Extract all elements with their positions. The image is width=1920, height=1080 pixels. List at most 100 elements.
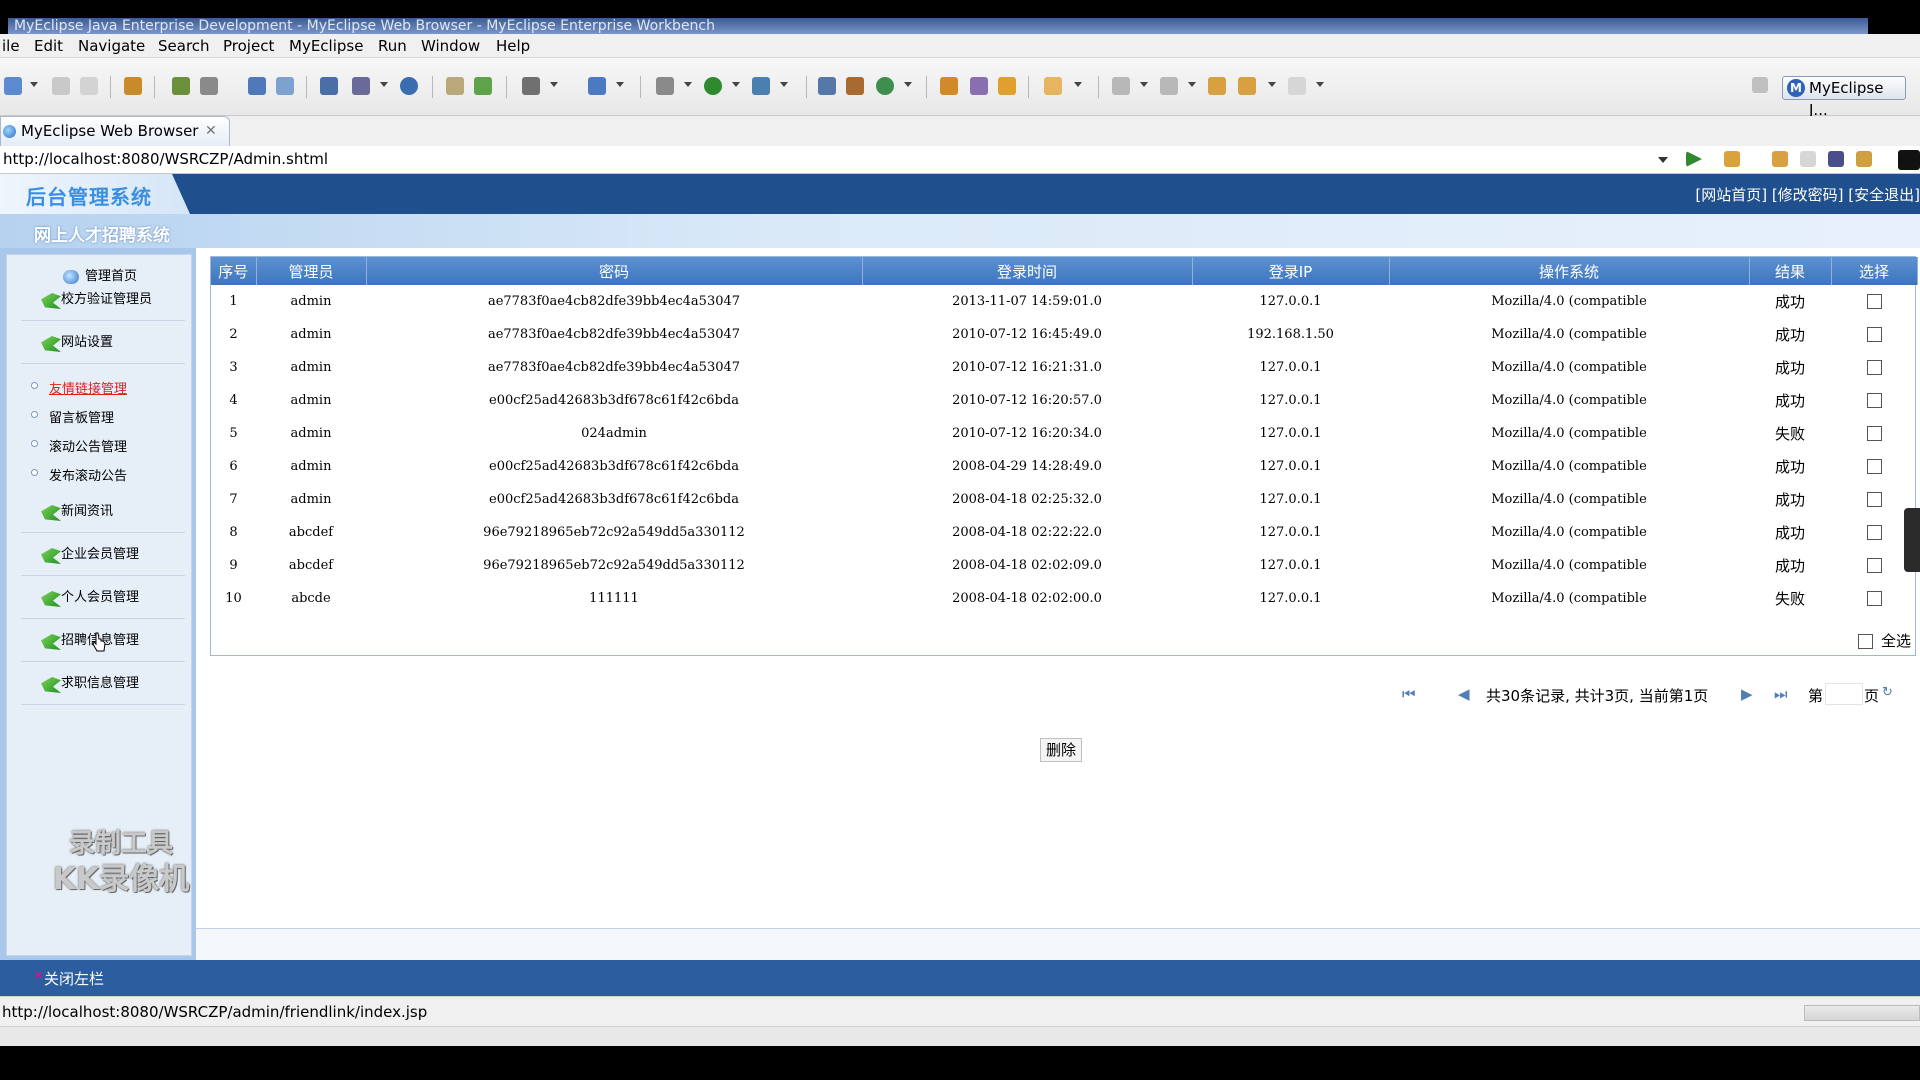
sidebar-item-news[interactable]: 新闻资讯	[21, 497, 185, 533]
select-all-checkbox[interactable]	[1857, 634, 1873, 649]
browser-icon[interactable]	[400, 77, 418, 95]
tab-web-browser[interactable]: MyEclipse Web Browser ✕	[0, 116, 230, 146]
pencil-icon[interactable]	[970, 77, 988, 95]
back-dropdown-icon[interactable]	[1268, 82, 1276, 87]
select-all[interactable]: 全选	[1857, 630, 1911, 651]
run-dropdown-icon[interactable]	[732, 82, 740, 87]
sidebar-sub-friendlink[interactable]: 友情链接管理	[31, 378, 127, 397]
sidebar-item-company-members[interactable]: 企业会员管理	[21, 540, 185, 576]
browser-back-icon[interactable]	[1772, 151, 1788, 167]
menu-edit[interactable]: Edit	[34, 37, 63, 55]
close-tab-icon[interactable]: ✕	[205, 117, 217, 145]
sidebar-sub-publish-notice[interactable]: 发布滚动公告	[31, 465, 127, 484]
sidebar-item-personal-members[interactable]: 个人会员管理	[21, 583, 185, 619]
next-annotation-dropdown-icon[interactable]	[1140, 82, 1148, 87]
row-checkbox[interactable]	[1866, 591, 1882, 606]
menu-run[interactable]: Run	[378, 37, 407, 55]
open-folder-icon[interactable]	[940, 77, 958, 95]
close-sidebar-icon[interactable]: ✕	[34, 970, 43, 981]
forward-dropdown-icon[interactable]	[1316, 82, 1324, 87]
last-page-icon[interactable]: ⏭	[1774, 685, 1788, 703]
row-checkbox[interactable]	[1866, 492, 1882, 507]
sidebar-item-job-seekers[interactable]: 求职信息管理	[21, 669, 185, 705]
table-cell: Mozilla/4.0 (compatible	[1491, 492, 1647, 507]
undeploy-icon[interactable]	[276, 77, 294, 95]
browser-forward-icon[interactable]	[1800, 151, 1816, 167]
server-dropdown-icon[interactable]	[616, 82, 624, 87]
save-icon[interactable]	[52, 77, 70, 95]
go-icon[interactable]	[1686, 151, 1702, 167]
prev-annotation-dropdown-icon[interactable]	[1188, 82, 1196, 87]
terminal-dropdown-icon[interactable]	[550, 82, 558, 87]
forward-icon[interactable]	[1288, 77, 1306, 95]
next-annotation-icon[interactable]	[1112, 77, 1130, 95]
prev-annotation-icon[interactable]	[1160, 77, 1178, 95]
sidebar-sub-scroll-notice[interactable]: 滚动公告管理	[31, 436, 127, 455]
url-history-dropdown-icon[interactable]	[1658, 157, 1668, 163]
menu-window[interactable]: Window	[421, 37, 480, 55]
run-config-icon[interactable]	[352, 77, 370, 95]
deploy-icon[interactable]	[248, 77, 266, 95]
menu-myeclipse[interactable]: MyEclipse	[289, 37, 363, 55]
reload-icon[interactable]	[1856, 151, 1872, 167]
delete-button[interactable]: 删除	[1040, 738, 1082, 762]
new-package-icon[interactable]	[846, 77, 864, 95]
refresh-icon[interactable]	[876, 77, 894, 95]
open-perspective-icon[interactable]	[1752, 77, 1768, 93]
menu-help[interactable]: Help	[496, 37, 530, 55]
last-edit-icon[interactable]	[1208, 77, 1226, 95]
page-number-input[interactable]	[1825, 683, 1863, 705]
print-icon[interactable]	[80, 77, 98, 95]
refresh-dropdown-icon[interactable]	[904, 82, 912, 87]
row-checkbox[interactable]	[1866, 294, 1882, 309]
menu-search[interactable]: Search	[158, 37, 210, 55]
sidebar-item-verify-admin[interactable]: 校方验证管理员	[21, 285, 185, 321]
sidebar-item-site-settings[interactable]: 网站设置	[21, 328, 185, 364]
stop-icon[interactable]	[1828, 151, 1844, 167]
row-checkbox[interactable]	[1866, 558, 1882, 573]
menu-file[interactable]: ile	[2, 37, 20, 55]
bookmark-icon[interactable]	[1724, 151, 1740, 167]
row-checkbox[interactable]	[1866, 360, 1882, 375]
row-checkbox[interactable]	[1866, 393, 1882, 408]
top-links[interactable]: [网站首页] [修改密码] [安全退出]	[1695, 184, 1920, 205]
run-config-dropdown-icon[interactable]	[380, 82, 388, 87]
row-checkbox[interactable]	[1866, 525, 1882, 540]
open-type-icon[interactable]	[446, 77, 464, 95]
side-panel-handle[interactable]	[1904, 508, 1920, 572]
terminal-icon[interactable]	[522, 77, 540, 95]
next-page-icon[interactable]: ▶	[1741, 685, 1753, 703]
sidebar-sub-messageboard[interactable]: 留言板管理	[31, 407, 114, 426]
external-tools-dropdown-icon[interactable]	[780, 82, 788, 87]
first-page-icon[interactable]: ⏮	[1402, 685, 1416, 703]
server-icon[interactable]	[200, 77, 218, 95]
go-page-icon[interactable]: ↻	[1882, 685, 1893, 700]
url-input[interactable]: http://localhost:8080/WSRCZP/Admin.shtml	[3, 150, 328, 168]
settings-gear-icon[interactable]	[656, 77, 674, 95]
new-server-icon[interactable]	[588, 77, 606, 95]
back-icon[interactable]	[1238, 77, 1256, 95]
settings-dropdown-icon[interactable]	[684, 82, 692, 87]
browser-menu-icon[interactable]	[1898, 150, 1920, 170]
external-tools-icon[interactable]	[752, 77, 770, 95]
menu-project[interactable]: Project	[223, 37, 274, 55]
debug-icon[interactable]	[172, 77, 190, 95]
highlight-icon[interactable]	[998, 77, 1016, 95]
new-icon[interactable]	[4, 77, 22, 95]
search-folder-icon[interactable]	[1044, 77, 1062, 95]
new-class-icon[interactable]	[818, 77, 836, 95]
perspective-switcher[interactable]: M MyEclipse J...	[1782, 76, 1906, 119]
run-icon[interactable]	[704, 77, 722, 95]
new-dropdown-icon[interactable]	[30, 82, 38, 87]
row-checkbox[interactable]	[1866, 426, 1882, 441]
close-sidebar-link[interactable]: 关闭左栏	[44, 968, 104, 989]
prev-page-icon[interactable]: ◀	[1458, 685, 1470, 703]
sidebar-home[interactable]: 管理首页	[63, 265, 137, 284]
open-resource-icon[interactable]	[474, 77, 492, 95]
package-icon[interactable]	[124, 77, 142, 95]
row-checkbox[interactable]	[1866, 327, 1882, 342]
wizard-icon[interactable]	[320, 77, 338, 95]
row-checkbox[interactable]	[1866, 459, 1882, 474]
menu-navigate[interactable]: Navigate	[78, 37, 145, 55]
search-dropdown-icon[interactable]	[1074, 82, 1082, 87]
